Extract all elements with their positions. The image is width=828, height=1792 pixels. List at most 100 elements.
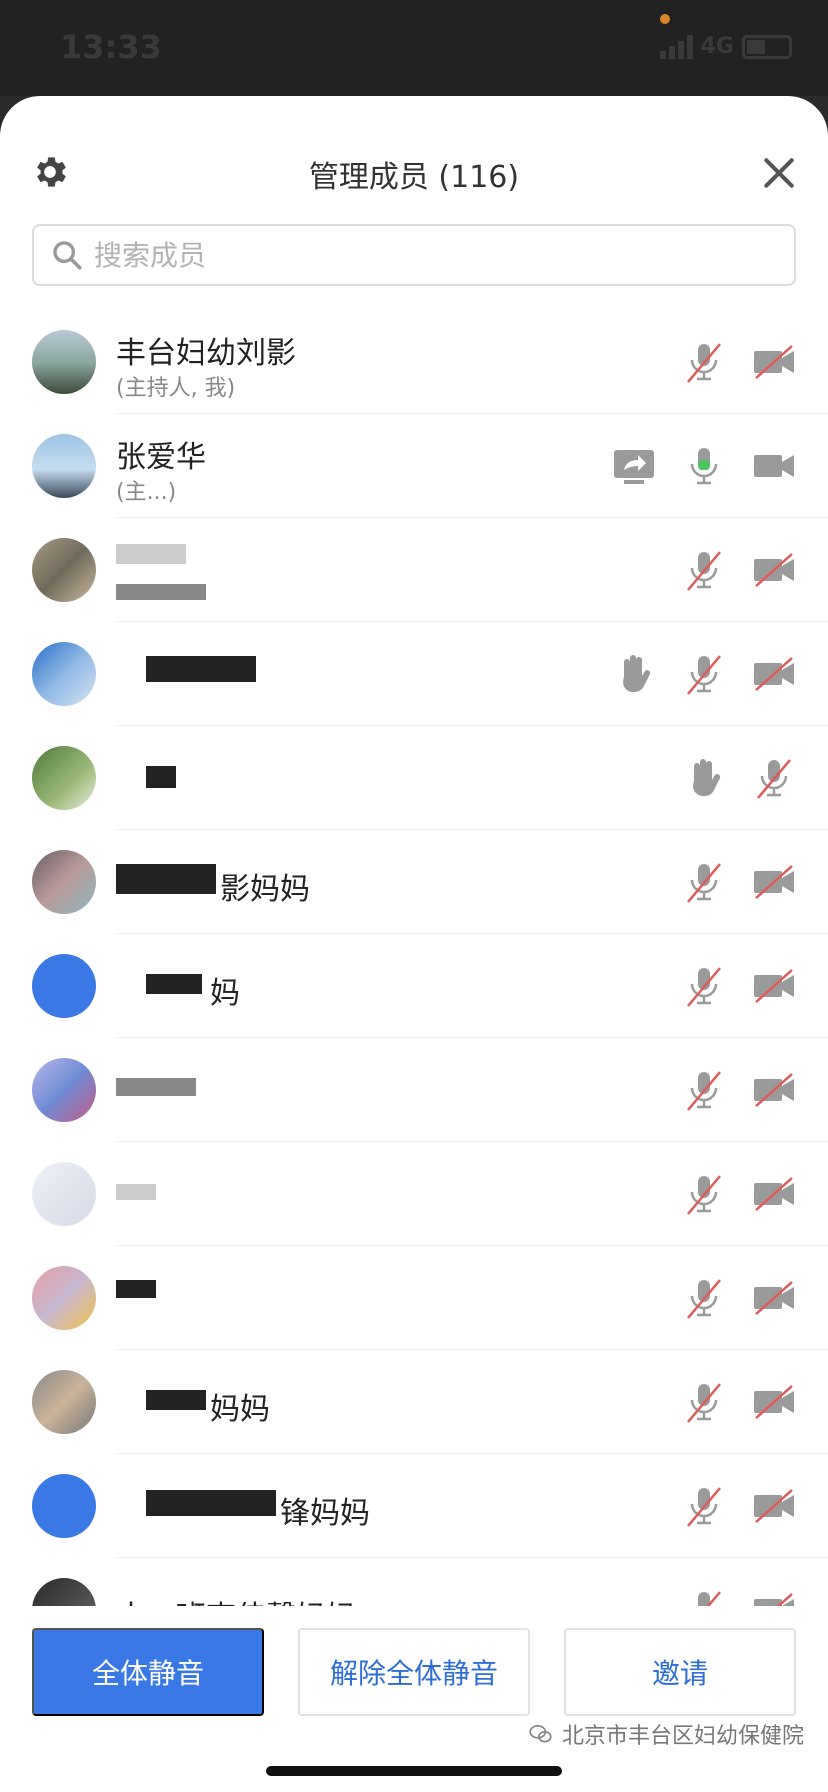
- camera-off-icon[interactable]: [750, 546, 798, 594]
- camera-off-icon[interactable]: [750, 858, 798, 906]
- avatar: [32, 1474, 96, 1538]
- mic-off-icon[interactable]: [680, 546, 728, 594]
- camera-off-icon[interactable]: [750, 1274, 798, 1322]
- invite-button[interactable]: 邀请: [564, 1628, 796, 1716]
- unmute-all-button[interactable]: 解除全体静音: [298, 1628, 530, 1716]
- camera-off-icon[interactable]: [750, 338, 798, 386]
- home-indicator[interactable]: [266, 1766, 562, 1776]
- avatar: [32, 1162, 96, 1226]
- member-row[interactable]: 张爱华 (主...): [32, 414, 828, 518]
- member-controls: [680, 1482, 798, 1530]
- wechat-icon: [529, 1725, 552, 1743]
- redacted-role: [116, 584, 206, 600]
- camera-off-icon[interactable]: [750, 1170, 798, 1218]
- mic-off-icon[interactable]: [680, 962, 728, 1010]
- battery-icon: [742, 34, 792, 59]
- member-row[interactable]: 大二班李佳馨妈妈: [32, 1558, 828, 1606]
- member-row[interactable]: [32, 518, 828, 622]
- mic-off-icon[interactable]: [680, 1586, 728, 1606]
- member-name: 妈: [210, 976, 240, 1011]
- member-row[interactable]: [32, 1246, 828, 1350]
- member-role: (主持人, 我): [116, 376, 236, 401]
- avatar: [32, 538, 96, 602]
- status-right: 4G: [659, 34, 792, 59]
- avatar: [32, 642, 96, 706]
- member-name: 妈妈: [210, 1392, 270, 1427]
- screen-share-icon[interactable]: [610, 442, 658, 490]
- signal-strength-icon: [659, 34, 693, 59]
- member-row[interactable]: 影妈妈: [32, 830, 828, 934]
- avatar: [32, 1370, 96, 1434]
- redacted-name: [116, 544, 186, 564]
- mic-off-icon[interactable]: [680, 1482, 728, 1530]
- camera-off-icon[interactable]: [750, 1378, 798, 1426]
- member-name: 丰台妇幼刘影: [116, 336, 296, 371]
- watermark-text: 北京市丰台区妇幼保健院: [561, 1724, 804, 1749]
- search-input[interactable]: [94, 238, 744, 272]
- member-row[interactable]: 妈: [32, 934, 828, 1038]
- member-name: 大二班李佳馨妈妈: [116, 1592, 356, 1606]
- member-role: (主...): [116, 480, 177, 505]
- member-row[interactable]: [32, 622, 828, 726]
- member-row[interactable]: 妈妈: [32, 1350, 828, 1454]
- status-bar: 13:33 4G: [0, 0, 828, 96]
- member-management-sheet: 管理成员 (116) 丰台妇幼刘影 (主持人, 我) 张爱华 (主...): [0, 96, 828, 1792]
- redacted-name-prefix: [146, 1490, 276, 1516]
- status-time: 13:33: [60, 28, 162, 66]
- mic-off-icon[interactable]: [680, 1274, 728, 1322]
- mic-on-icon[interactable]: [680, 442, 728, 490]
- network-type: 4G: [700, 34, 734, 59]
- close-icon[interactable]: [760, 154, 798, 192]
- camera-on-icon[interactable]: [750, 442, 798, 490]
- member-row[interactable]: [32, 726, 828, 830]
- member-controls: [610, 650, 798, 698]
- member-name: 张爱华: [116, 440, 206, 475]
- mic-off-icon[interactable]: [680, 338, 728, 386]
- redacted-name: [116, 1078, 196, 1096]
- camera-off-icon[interactable]: [750, 1586, 798, 1606]
- hand-raise-icon[interactable]: [610, 650, 658, 698]
- mic-off-icon[interactable]: [680, 1066, 728, 1114]
- redacted-name: [146, 656, 256, 682]
- member-row[interactable]: 丰台妇幼刘影 (主持人, 我): [32, 310, 828, 414]
- avatar: [32, 850, 96, 914]
- mic-off-icon[interactable]: [680, 1170, 728, 1218]
- redacted-name-prefix: [146, 1390, 206, 1410]
- recording-indicator-dot: [660, 14, 670, 24]
- search-box[interactable]: [32, 224, 796, 286]
- mute-all-button[interactable]: 全体静音: [32, 1628, 264, 1716]
- page-title: 管理成员 (116): [308, 160, 520, 195]
- member-controls: [680, 858, 798, 906]
- mic-off-icon[interactable]: [680, 650, 728, 698]
- watermark: 北京市丰台区妇幼保健院: [528, 1718, 804, 1750]
- member-row[interactable]: [32, 1038, 828, 1142]
- member-row[interactable]: 锋妈妈: [32, 1454, 828, 1558]
- camera-off-icon[interactable]: [750, 650, 798, 698]
- mic-off-icon[interactable]: [680, 858, 728, 906]
- avatar: [32, 954, 96, 1018]
- avatar: [32, 1578, 96, 1606]
- mic-off-icon[interactable]: [750, 754, 798, 802]
- member-controls: [680, 1378, 798, 1426]
- bottom-action-bar: 全体静音 解除全体静音 邀请: [0, 1606, 828, 1792]
- redacted-name: [146, 766, 176, 788]
- member-controls: [680, 962, 798, 1010]
- camera-off-icon[interactable]: [750, 1066, 798, 1114]
- mic-off-icon[interactable]: [680, 1378, 728, 1426]
- avatar: [32, 746, 96, 810]
- camera-off-icon[interactable]: [750, 1482, 798, 1530]
- avatar: [32, 434, 96, 498]
- member-controls: [680, 1066, 798, 1114]
- member-list[interactable]: 丰台妇幼刘影 (主持人, 我) 张爱华 (主...) 影妈妈 妈 妈妈 锋妈妈: [0, 310, 828, 1606]
- member-controls: [680, 546, 798, 594]
- member-controls: [680, 1274, 798, 1322]
- member-controls: [610, 442, 798, 490]
- avatar: [32, 330, 96, 394]
- member-row[interactable]: [32, 1142, 828, 1246]
- camera-off-icon[interactable]: [750, 962, 798, 1010]
- member-name: 影妈妈: [220, 872, 310, 907]
- avatar: [32, 1058, 96, 1122]
- redacted-name: [116, 1280, 156, 1298]
- hand-raise-icon[interactable]: [680, 754, 728, 802]
- redacted-name-prefix: [146, 974, 202, 994]
